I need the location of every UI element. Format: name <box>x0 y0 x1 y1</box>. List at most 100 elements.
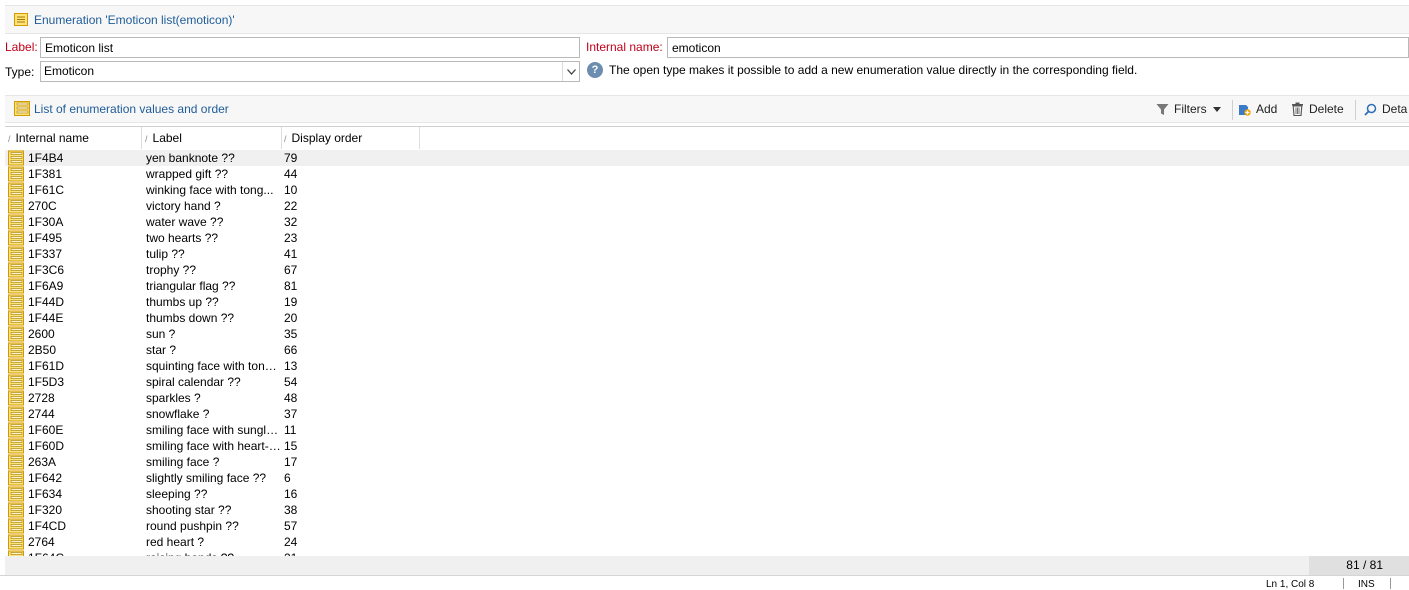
cell-display-order: 13 <box>284 359 298 373</box>
cell-label: trophy ?? <box>146 263 197 277</box>
list-toolbar: List of enumeration values and order Fil… <box>5 95 1409 123</box>
cell-label: thumbs down ?? <box>146 311 235 325</box>
table-row[interactable]: 1F60E smiling face with sunglas... 11 <box>5 422 1409 438</box>
cell-internal-name: 2600 <box>28 327 55 341</box>
cell-display-order: 15 <box>284 439 298 453</box>
toolbar-separator <box>1355 100 1356 120</box>
column-header-internal-name[interactable]: / Internal name <box>5 127 142 149</box>
cell-label: sleeping ?? <box>146 487 208 501</box>
status-separator <box>1343 578 1344 589</box>
cell-label: spiral calendar ?? <box>146 375 241 389</box>
status-bar: Ln 1, Col 8 INS <box>0 575 1409 590</box>
cell-internal-name: 1F4B4 <box>28 151 64 165</box>
table-row[interactable]: 1F5D3 spiral calendar ?? 54 <box>5 374 1409 390</box>
cell-label: tulip ?? <box>146 247 185 261</box>
detail-button[interactable]: Deta <box>1364 102 1407 116</box>
cell-internal-name: 2764 <box>28 535 55 549</box>
type-select-value: Emoticon <box>44 64 95 78</box>
table-row[interactable]: 2600 sun ? 35 <box>5 326 1409 342</box>
table-row[interactable]: 1F44D thumbs up ?? 19 <box>5 294 1409 310</box>
cell-internal-name: 1F3C6 <box>28 263 65 277</box>
cell-label: sparkles ? <box>146 391 201 405</box>
cell-display-order: 54 <box>284 375 298 389</box>
grid-footer: 81 / 81 <box>5 556 1409 575</box>
cell-label: smiling face with sunglas... <box>146 423 281 437</box>
type-help-text: The open type makes it possible to add a… <box>609 63 1138 77</box>
delete-label: Delete <box>1309 102 1344 116</box>
chevron-down-icon[interactable] <box>562 62 579 81</box>
table-row[interactable]: 2764 red heart ? 24 <box>5 534 1409 550</box>
cell-label: wrapped gift ?? <box>146 167 229 181</box>
trash-icon <box>1292 102 1303 116</box>
cell-label: two hearts ?? <box>146 231 219 245</box>
cell-label: slightly smiling face ?? <box>146 471 267 485</box>
table-row[interactable]: 270C victory hand ? 22 <box>5 198 1409 214</box>
cell-label: smiling face with heart-e... <box>146 439 281 453</box>
type-select[interactable]: Emoticon <box>40 61 580 82</box>
cell-display-order: 6 <box>284 471 291 485</box>
filters-button[interactable]: Filters <box>1156 102 1226 116</box>
cell-label: triangular flag ?? <box>146 279 236 293</box>
table-row[interactable]: 1F642 slightly smiling face ?? 6 <box>5 470 1409 486</box>
cell-internal-name: 1F6A9 <box>28 279 64 293</box>
cell-display-order: 37 <box>284 407 298 421</box>
table-row[interactable]: 1F634 sleeping ?? 16 <box>5 486 1409 502</box>
cell-internal-name: 1F320 <box>28 503 63 517</box>
search-icon <box>1364 103 1377 116</box>
column-header-display-order[interactable]: / Display order <box>282 127 420 149</box>
cell-label: yen banknote ?? <box>146 151 235 165</box>
table-row[interactable]: 1F61D squinting face with tong... 13 <box>5 358 1409 374</box>
cell-internal-name: 2728 <box>28 391 55 405</box>
column-header-label[interactable]: / Label <box>142 127 282 149</box>
table-row[interactable]: 1F4CD round pushpin ?? 57 <box>5 518 1409 534</box>
table-row[interactable]: 1F6A9 triangular flag ?? 81 <box>5 278 1409 294</box>
list-title: List of enumeration values and order <box>34 102 229 116</box>
table-row[interactable]: 1F44E thumbs down ?? 20 <box>5 310 1409 326</box>
add-button[interactable]: Add <box>1237 102 1277 116</box>
cursor-position: Ln 1, Col 8 <box>1266 579 1315 590</box>
cell-display-order: 66 <box>284 343 298 357</box>
cell-label: sun ? <box>146 327 176 341</box>
cell-internal-name: 263A <box>28 455 57 469</box>
cell-display-order: 20 <box>284 311 298 325</box>
status-separator <box>1390 578 1391 589</box>
table-row[interactable]: 1F381 wrapped gift ?? 44 <box>5 166 1409 182</box>
table-row[interactable]: 1F4B4 yen banknote ?? 79 <box>5 150 1409 166</box>
chevron-down-icon <box>1212 106 1221 112</box>
table-row[interactable]: 2728 sparkles ? 48 <box>5 390 1409 406</box>
enumeration-values-grid[interactable]: / Internal name / Label / Display order 1F4… <box>5 126 1409 574</box>
grid-rows: 1F4B4 yen banknote ?? 79 1F381 wrapped gift … <box>5 150 1409 566</box>
cell-internal-name: 270C <box>28 199 57 213</box>
cell-internal-name: 2744 <box>28 407 55 421</box>
cell-internal-name: 1F60D <box>28 439 65 453</box>
table-row[interactable]: 1F30A water wave ?? 32 <box>5 214 1409 230</box>
cell-label: round pushpin ?? <box>146 519 239 533</box>
filters-label: Filters <box>1174 102 1207 116</box>
table-row[interactable]: 1F495 two hearts ?? 23 <box>5 230 1409 246</box>
cell-internal-name: 1F61D <box>28 359 65 373</box>
cell-display-order: 17 <box>284 455 298 469</box>
detail-label: Deta <box>1382 102 1408 116</box>
table-row[interactable]: 263A smiling face ? 17 <box>5 454 1409 470</box>
insert-mode: INS <box>1358 579 1375 590</box>
delete-button[interactable]: Delete <box>1291 102 1344 116</box>
table-row[interactable]: 2744 snowflake ? 37 <box>5 406 1409 422</box>
cell-internal-name: 1F495 <box>28 231 63 245</box>
label-input[interactable] <box>40 37 580 58</box>
table-row[interactable]: 2B50 star ? 66 <box>5 342 1409 358</box>
add-icon <box>1239 105 1251 116</box>
cell-display-order: 67 <box>284 263 298 277</box>
table-row[interactable]: 1F3C6 trophy ?? 67 <box>5 262 1409 278</box>
internal-name-input[interactable] <box>667 37 1409 58</box>
table-row[interactable]: 1F337 tulip ?? 41 <box>5 246 1409 262</box>
help-icon[interactable]: ? <box>587 62 603 78</box>
record-count: 81 / 81 <box>1309 556 1409 575</box>
cell-display-order: 81 <box>284 279 298 293</box>
cell-display-order: 79 <box>284 151 298 165</box>
cell-internal-name: 1F642 <box>28 471 63 485</box>
cell-label: smiling face ? <box>146 455 220 469</box>
type-caption: Type: <box>5 65 35 79</box>
table-row[interactable]: 1F61C winking face with tong... 10 <box>5 182 1409 198</box>
table-row[interactable]: 1F320 shooting star ?? 38 <box>5 502 1409 518</box>
table-row[interactable]: 1F60D smiling face with heart-e... 15 <box>5 438 1409 454</box>
